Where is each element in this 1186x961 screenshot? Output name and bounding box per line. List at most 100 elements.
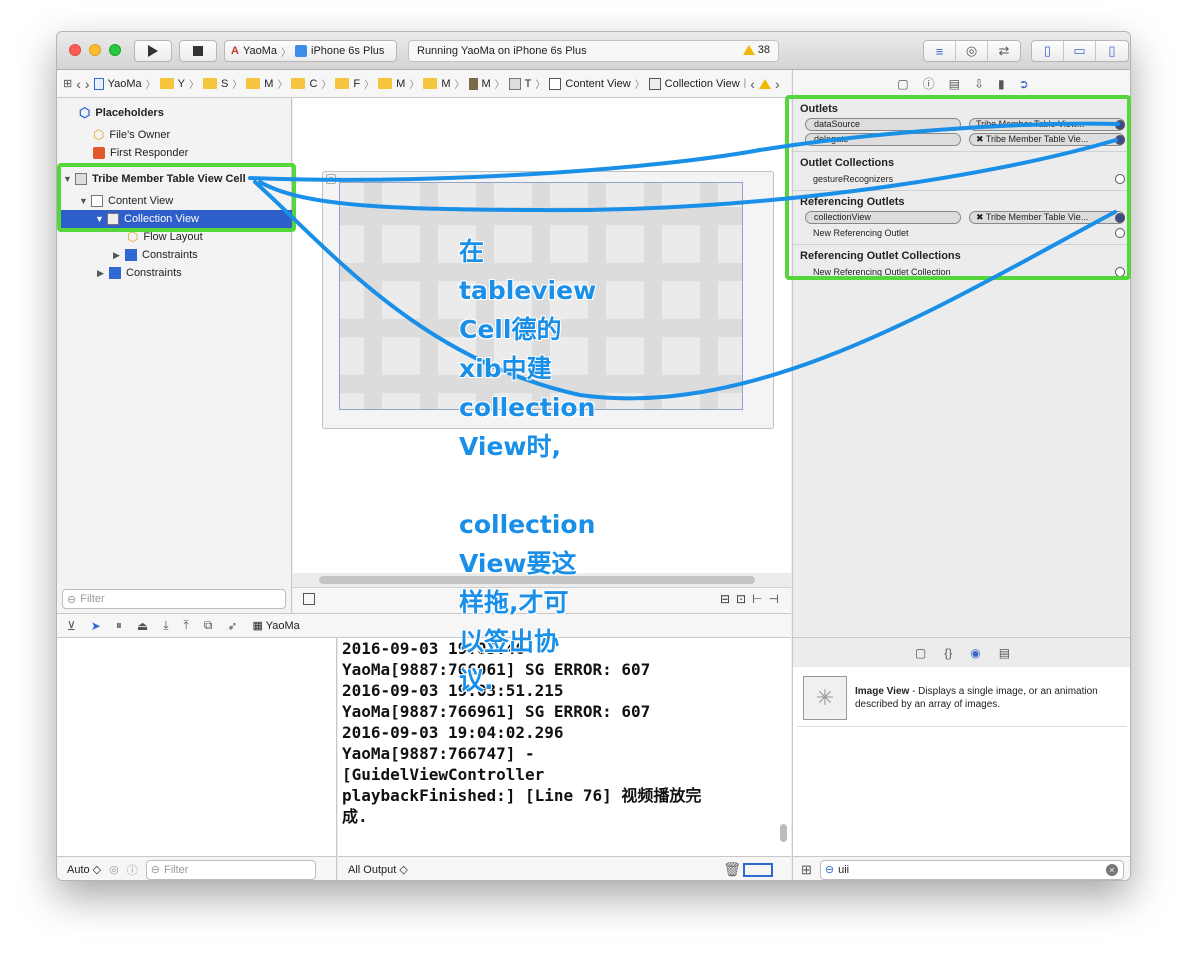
file-inspector-icon[interactable]: ▢ — [897, 77, 908, 91]
utilities-toggle-icon[interactable]: ▯ — [1096, 41, 1128, 61]
close-button[interactable] — [69, 44, 81, 56]
location-icon[interactable]: ➶ — [227, 619, 237, 633]
crumb-project[interactable]: YaoMa — [108, 78, 142, 90]
output-selector[interactable]: All Output ◇ — [348, 863, 408, 876]
crumb-content-view[interactable]: Content View — [565, 78, 630, 90]
crumb-cell[interactable]: T — [525, 78, 532, 90]
previous-issue-icon[interactable]: ‹ — [750, 76, 755, 92]
zoom-button[interactable] — [109, 44, 121, 56]
editor-mode-control[interactable]: ≡ ◎ ⇄ — [923, 40, 1021, 62]
pause-icon[interactable]: ⏸ — [116, 618, 122, 633]
help-inspector-icon[interactable]: ⓘ — [923, 75, 935, 92]
chevron-right-icon: 〉 — [634, 80, 645, 91]
media-library-icon[interactable]: ▤ — [999, 646, 1010, 660]
annotation-line: collection — [459, 393, 596, 422]
annotation-line: 以签出协 — [459, 627, 560, 656]
minimize-button[interactable] — [89, 44, 101, 56]
variables-filter-field[interactable]: ⊖ Filter — [145, 859, 316, 880]
trash-icon[interactable]: 🗑 — [723, 861, 741, 878]
warning-icon — [758, 78, 771, 89]
console-scrollbar[interactable] — [780, 824, 787, 842]
step-over-icon[interactable]: ⏏ — [137, 619, 148, 633]
step-out-icon[interactable]: ⤒ — [184, 618, 189, 633]
split-console-icon[interactable] — [743, 863, 773, 877]
library-item-image-view[interactable]: ✳ Image View - Displays a single image, … — [797, 669, 1127, 727]
chevron-right-icon: 〉 — [364, 80, 375, 91]
outline-toggle-icon[interactable] — [303, 593, 315, 605]
object-library-icon[interactable]: ◉ — [970, 646, 980, 660]
crumb-file[interactable]: M — [482, 78, 491, 90]
variables-view — [57, 638, 337, 856]
disclosure-closed-icon[interactable]: ▶ — [113, 250, 125, 261]
crumb-folder[interactable]: S — [221, 78, 228, 90]
cell-icon — [508, 77, 521, 90]
file-template-icon[interactable]: ▢ — [915, 646, 926, 660]
back-icon[interactable]: ‹ — [76, 76, 81, 92]
close-scene-icon[interactable]: × — [326, 174, 336, 184]
folder-icon — [246, 78, 261, 89]
outline-label: First Responder — [110, 147, 189, 159]
info-icon[interactable]: ⓘ — [127, 862, 138, 878]
assistant-editor-icon[interactable]: ◎ — [956, 41, 988, 61]
forward-icon[interactable]: › — [85, 76, 90, 92]
outline-filter-field[interactable]: ⊖ Filter — [62, 589, 286, 609]
scheme-selector[interactable]: A YaoMa 〉 iPhone 6s Plus — [224, 40, 397, 62]
layout-tools-icon[interactable]: ⊟⊡⊢⊣ — [720, 592, 785, 606]
view-toggle-control[interactable]: ▯ ▭ ▯ — [1031, 40, 1129, 62]
standard-editor-icon[interactable]: ≡ — [924, 41, 956, 61]
warning-badge[interactable]: 38 — [742, 44, 770, 56]
chevron-right-icon: 〉 — [321, 80, 332, 91]
identity-inspector-icon[interactable]: ▤ — [949, 77, 960, 91]
grid-view-icon[interactable]: ⊞ — [801, 862, 812, 878]
process-selector[interactable]: ▦ YaoMa — [252, 619, 299, 632]
view-debugger-icon[interactable]: ⧉ — [204, 618, 213, 633]
outline-files-owner[interactable]: ⬡ File's Owner — [57, 126, 292, 144]
console-footer: All Output ◇ 🗑 — [338, 856, 791, 880]
code-snippet-icon[interactable]: {} — [944, 646, 952, 660]
filter-icon: ⊖ — [150, 864, 160, 876]
stop-button[interactable] — [179, 40, 217, 62]
version-editor-icon[interactable]: ⇄ — [988, 41, 1020, 61]
crumb-folder[interactable]: M — [396, 78, 405, 90]
step-into-icon[interactable]: ⤓ — [163, 618, 168, 633]
outline-constraints-inner[interactable]: ▶ Constraints — [57, 246, 292, 264]
attributes-inspector-icon[interactable]: ⇩ — [974, 77, 984, 91]
device-icon — [295, 45, 307, 57]
annotation-line — [459, 466, 619, 505]
eye-icon[interactable]: ◎ — [109, 863, 119, 876]
related-items-icon[interactable]: ⊞ — [63, 77, 72, 90]
navigator-toggle-icon[interactable]: ▯ — [1032, 41, 1064, 61]
outline-first-responder[interactable]: First Responder — [57, 144, 292, 162]
breakpoints-icon[interactable]: ➤ — [91, 619, 101, 633]
outline-constraints-outer[interactable]: ▶ Constraints — [57, 264, 292, 282]
warning-icon — [742, 45, 755, 55]
crumb-folder[interactable]: C — [309, 78, 317, 90]
crumb-folder[interactable]: M — [441, 78, 450, 90]
run-button[interactable] — [134, 40, 172, 62]
debug-toggle-icon[interactable]: ▭ — [1064, 41, 1096, 61]
crumb-folder[interactable]: M — [264, 78, 273, 90]
toolbar: A YaoMa 〉 iPhone 6s Plus Running YaoMa o… — [57, 32, 1130, 70]
crumb-folder[interactable]: Y — [178, 78, 185, 90]
folder-icon — [291, 78, 306, 89]
annotation-line: View时, — [459, 432, 562, 461]
connections-inspector-icon[interactable]: ➲ — [1019, 77, 1029, 91]
auto-selector[interactable]: Auto ◇ — [67, 863, 101, 876]
crumb-collection-view[interactable]: Collection View — [665, 78, 740, 90]
xib-file-icon — [468, 77, 478, 90]
folder-icon — [159, 78, 174, 89]
debug-bar: ⊻ ➤ ⏸ ⏏ ⤓ ⤒ ⧉ ➶ ▦ YaoMa — [57, 613, 791, 638]
outline-placeholders[interactable]: ⬡ Placeholders — [57, 104, 292, 122]
hide-debug-icon[interactable]: ⊻ — [67, 619, 76, 633]
clear-search-icon[interactable]: × — [1105, 863, 1118, 876]
crumb-folder[interactable]: F — [353, 78, 360, 90]
chevron-right-icon: 〉 — [188, 80, 199, 91]
library-search-field[interactable]: ⊖ uii × — [819, 859, 1124, 880]
size-inspector-icon[interactable]: ▮ — [998, 77, 1005, 91]
chinese-annotation: 在 tableview Cell德的 xib中建 collection View… — [459, 232, 619, 700]
play-icon — [148, 45, 158, 57]
filter-placeholder: Filter — [163, 863, 189, 876]
disclosure-closed-icon[interactable]: ▶ — [97, 268, 109, 279]
scheme-name: YaoMa — [242, 45, 277, 57]
next-issue-icon[interactable]: › — [775, 76, 780, 92]
